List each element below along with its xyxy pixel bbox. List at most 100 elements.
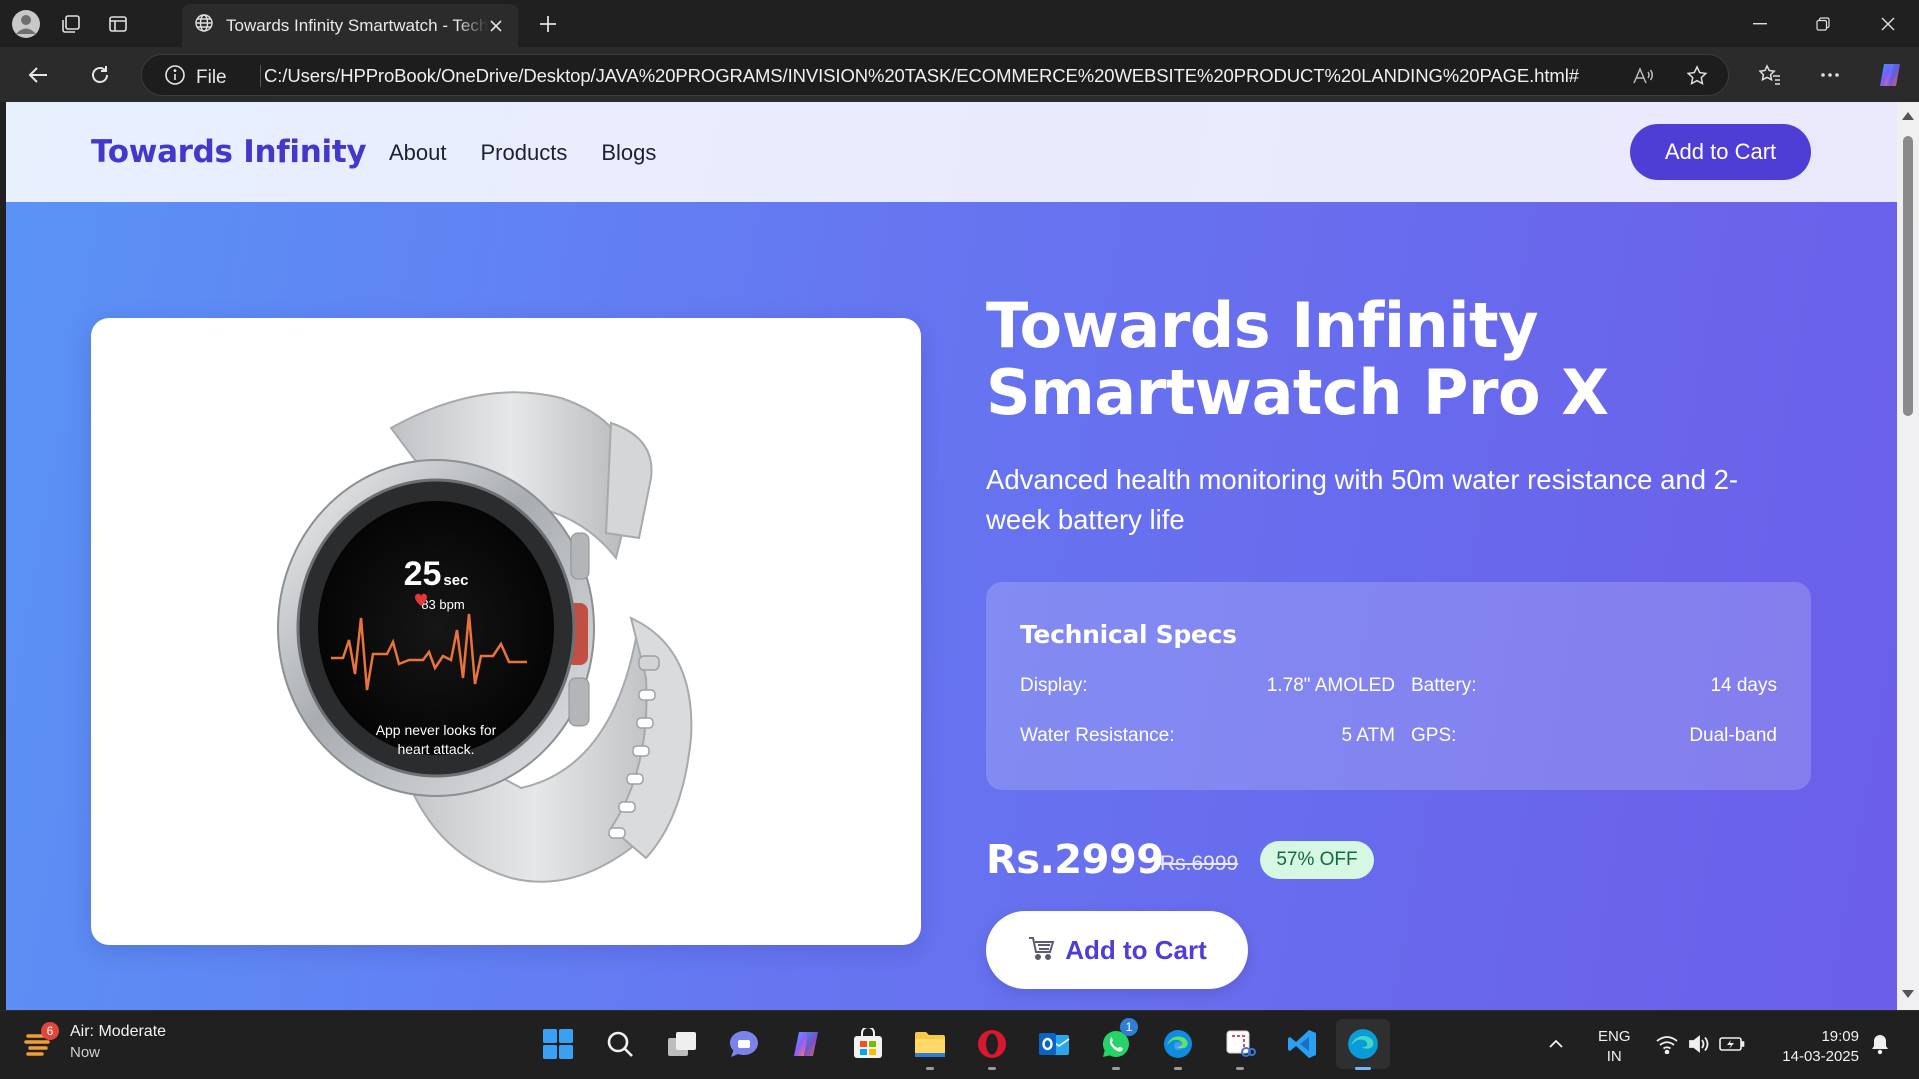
back-icon[interactable]	[20, 58, 56, 92]
technical-specs-card: Technical Specs Display: 1.78" AMOLED Ba…	[986, 582, 1811, 790]
air-quality-icon: 6	[22, 1022, 59, 1060]
minimize-icon[interactable]	[1740, 8, 1780, 40]
running-indicator	[1174, 1067, 1182, 1070]
favorites-icon[interactable]	[1752, 58, 1788, 92]
opera-icon[interactable]	[972, 1024, 1012, 1070]
restore-icon[interactable]	[1803, 8, 1843, 40]
browser-toolbar: File C:/Users/HPProBook/OneDrive/Desktop…	[0, 47, 1919, 102]
language-line1: ENG	[1598, 1028, 1631, 1045]
nav-blogs-link[interactable]: Blogs	[601, 140, 656, 166]
spec-gps-label: GPS:	[1411, 725, 1457, 746]
tab-title: Towards Infinity Smartwatch - Tech	[226, 15, 488, 35]
spec-gps-value: Dual-band	[1689, 725, 1777, 746]
add-to-cart-button[interactable]: Add to Cart	[986, 911, 1248, 989]
snipping-tool-icon[interactable]	[1220, 1024, 1260, 1070]
more-options-icon[interactable]	[1812, 58, 1848, 92]
url-divider	[260, 65, 261, 87]
running-indicator	[926, 1067, 934, 1070]
windows-taskbar: 6 Air: Moderate Now 1 ENG IN 19:09 14-03…	[0, 1010, 1919, 1079]
weather-widget[interactable]: 6 Air: Moderate Now	[22, 1022, 167, 1061]
smartwatch-image: 25 sec 83 bpm App never looks for heart a…	[277, 391, 693, 883]
nav-products-link[interactable]: Products	[481, 140, 568, 166]
watch-message-line1: App never looks for	[376, 722, 497, 738]
teams-chat-icon[interactable]	[724, 1024, 764, 1064]
file-explorer-icon[interactable]	[910, 1024, 950, 1070]
language-line2: IN	[1606, 1048, 1622, 1065]
task-view-icon[interactable]	[662, 1024, 702, 1064]
volume-icon[interactable]	[1686, 1024, 1712, 1064]
add-to-cart-label: Add to Cart	[1065, 934, 1207, 965]
address-bar[interactable]: File C:/Users/HPProBook/OneDrive/Desktop…	[141, 54, 1729, 96]
spec-water-label: Water Resistance:	[1020, 725, 1175, 746]
product-image-card: 25 sec 83 bpm App never looks for heart a…	[91, 318, 921, 945]
microsoft-store-icon[interactable]	[848, 1024, 888, 1064]
copilot-icon[interactable]	[1872, 58, 1908, 92]
wifi-icon[interactable]	[1654, 1024, 1680, 1064]
site-nav: About Products Blogs	[389, 140, 656, 166]
current-price: Rs.2999	[986, 837, 1164, 883]
clock-date: 14-03-2025	[1782, 1048, 1859, 1065]
weather-subtitle: Now	[70, 1044, 101, 1061]
product-title-line1: Towards Infinity	[986, 289, 1539, 362]
search-icon[interactable]	[600, 1024, 640, 1064]
running-indicator	[1112, 1067, 1120, 1070]
new-tab-icon[interactable]	[532, 8, 564, 40]
watch-seconds: 25	[404, 555, 442, 593]
show-hidden-icons-chevron-icon[interactable]	[1542, 1024, 1570, 1064]
notification-bell-icon[interactable]	[1866, 1024, 1894, 1064]
scroll-up-icon[interactable]	[1902, 112, 1914, 120]
running-indicator	[988, 1067, 996, 1070]
product-title: Towards Infinity Smartwatch Pro X	[986, 292, 1846, 426]
globe-icon	[194, 13, 214, 38]
favorite-star-icon[interactable]	[1682, 61, 1712, 91]
read-aloud-icon[interactable]	[1628, 61, 1658, 91]
close-tab-icon[interactable]	[484, 14, 508, 38]
copilot-app-icon[interactable]	[786, 1024, 826, 1064]
whatsapp-icon[interactable]: 1	[1096, 1018, 1138, 1070]
url-text[interactable]: C:/Users/HPProBook/OneDrive/Desktop/JAVA…	[264, 65, 1579, 87]
original-price: Rs.6999	[1160, 852, 1239, 875]
spec-battery-label: Battery:	[1411, 675, 1477, 696]
spec-display-value: 1.78" AMOLED	[1266, 675, 1395, 696]
start-icon[interactable]	[538, 1024, 578, 1064]
page-scrollbar[interactable]	[1897, 102, 1919, 1010]
watch-message-line2: heart attack.	[397, 741, 474, 757]
site-info-button[interactable]: File	[164, 64, 227, 91]
watch-bpm: 83 bpm	[421, 597, 464, 612]
shopping-cart-icon	[1027, 935, 1055, 966]
nav-about-link[interactable]: About	[389, 140, 447, 166]
active-indicator	[1355, 1067, 1371, 1070]
watch-seconds-unit: sec	[443, 572, 468, 589]
spec-water-value: 5 ATM	[1341, 725, 1396, 746]
whatsapp-badge: 1	[1120, 1018, 1138, 1036]
weather-title: Air: Moderate	[70, 1023, 167, 1040]
system-clock[interactable]: 19:09 14-03-2025	[1774, 1027, 1859, 1067]
weather-badge: 6	[41, 1022, 59, 1040]
profile-avatar-icon[interactable]	[10, 8, 42, 40]
language-indicator[interactable]: ENG IN	[1598, 1027, 1631, 1067]
edge-icon[interactable]	[1158, 1024, 1198, 1070]
browser-tab-strip: Towards Infinity Smartwatch - Tech	[0, 0, 1919, 47]
brand-logo[interactable]: Towards Infinity	[91, 134, 367, 170]
clock-time: 19:09	[1821, 1028, 1859, 1045]
scrollbar-thumb[interactable]	[1903, 136, 1913, 416]
discount-badge: 57% OFF	[1260, 841, 1374, 879]
vscode-icon[interactable]	[1282, 1024, 1322, 1064]
refresh-icon[interactable]	[82, 58, 118, 92]
running-indicator	[1236, 1067, 1244, 1070]
outlook-icon[interactable]	[1034, 1024, 1074, 1064]
vertical-tabs-icon[interactable]	[102, 8, 134, 40]
url-scheme-label: File	[196, 66, 227, 88]
site-header: Towards Infinity About Products Blogs Ad…	[6, 102, 1897, 202]
header-add-to-cart-button[interactable]: Add to Cart	[1630, 124, 1811, 180]
info-icon	[164, 64, 186, 91]
product-subtitle: Advanced health monitoring with 50m wate…	[986, 464, 1739, 535]
active-tab[interactable]: Towards Infinity Smartwatch - Tech	[182, 4, 518, 47]
edge-active-icon[interactable]	[1336, 1019, 1390, 1070]
close-window-icon[interactable]	[1868, 8, 1908, 40]
product-title-line2: Smartwatch Pro X	[986, 356, 1609, 429]
workspaces-icon[interactable]	[55, 8, 87, 40]
page-viewport: Towards Infinity About Products Blogs Ad…	[6, 102, 1897, 1010]
scroll-down-icon[interactable]	[1902, 990, 1914, 998]
battery-icon[interactable]	[1718, 1024, 1746, 1064]
